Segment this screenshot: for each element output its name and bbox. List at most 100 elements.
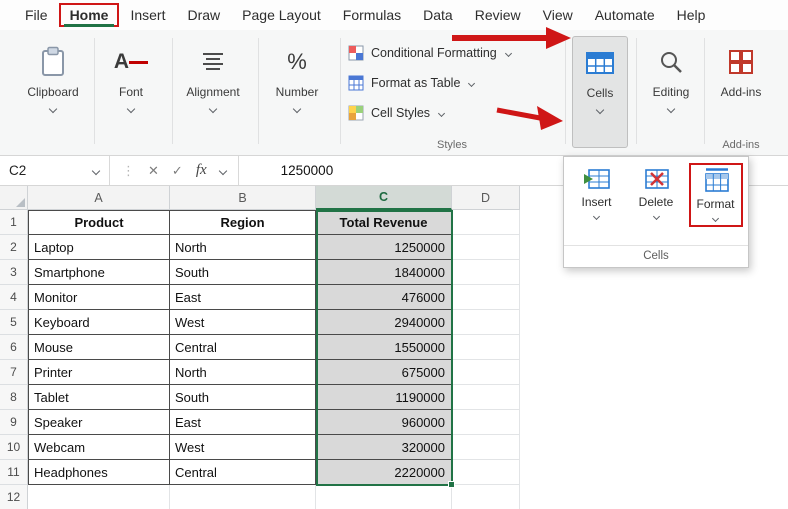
tab-page-layout[interactable]: Page Layout (231, 3, 332, 27)
tab-review[interactable]: Review (464, 3, 532, 27)
tab-home[interactable]: Home (59, 3, 120, 27)
cell-C7[interactable]: 675000 (316, 360, 452, 385)
cell-A7[interactable]: Printer (28, 360, 170, 385)
cell-B6[interactable]: Central (170, 335, 316, 360)
cell-D5[interactable] (452, 310, 520, 335)
cell-C9[interactable]: 960000 (316, 410, 452, 435)
cell-C3[interactable]: 1840000 (316, 260, 452, 285)
group-separator (340, 38, 341, 144)
format-menu-item[interactable]: Format (689, 163, 743, 227)
tab-data[interactable]: Data (412, 3, 464, 27)
cell-B11[interactable]: Central (170, 460, 316, 485)
conditional-formatting-button[interactable]: Conditional Formatting (348, 38, 556, 68)
cell-C4[interactable]: 476000 (316, 285, 452, 310)
cell-styles-button[interactable]: Cell Styles (348, 98, 556, 128)
insert-function-icon[interactable]: fx (196, 162, 207, 179)
cell-A8[interactable]: Tablet (28, 385, 170, 410)
column-header-c[interactable]: C (316, 186, 452, 210)
cell-C5[interactable]: 2940000 (316, 310, 452, 335)
cell-B7[interactable]: North (170, 360, 316, 385)
cell-B12[interactable] (170, 485, 316, 509)
cell-D10[interactable] (452, 435, 520, 460)
chevron-down-icon (652, 213, 659, 220)
cell-A4[interactable]: Monitor (28, 285, 170, 310)
row-header-9[interactable]: 9 (0, 410, 28, 435)
cell-C1[interactable]: Total Revenue (316, 210, 452, 235)
cell-B8[interactable]: South (170, 385, 316, 410)
number-button[interactable]: % Number (266, 36, 328, 148)
name-box[interactable]: C2 (0, 156, 110, 185)
fill-handle[interactable] (448, 481, 455, 488)
row-header-2[interactable]: 2 (0, 235, 28, 260)
cell-A10[interactable]: Webcam (28, 435, 170, 460)
alignment-button[interactable]: Alignment (180, 36, 246, 148)
cell-A6[interactable]: Mouse (28, 335, 170, 360)
cell-D4[interactable] (452, 285, 520, 310)
cell-D12[interactable] (452, 485, 520, 509)
cell-B9[interactable]: East (170, 410, 316, 435)
cell-D2[interactable] (452, 235, 520, 260)
cell-A2[interactable]: Laptop (28, 235, 170, 260)
row-header-7[interactable]: 7 (0, 360, 28, 385)
cell-D7[interactable] (452, 360, 520, 385)
row-header-10[interactable]: 10 (0, 435, 28, 460)
row-header-11[interactable]: 11 (0, 460, 28, 485)
delete-menu-item[interactable]: Delete (629, 163, 683, 227)
tab-file[interactable]: File (14, 3, 59, 27)
tab-automate[interactable]: Automate (584, 3, 666, 27)
font-button[interactable]: A Font (102, 36, 160, 148)
cell-B10[interactable]: West (170, 435, 316, 460)
chevron-down-icon[interactable] (596, 106, 604, 114)
column-header-b[interactable]: B (170, 186, 316, 210)
cell-C12[interactable] (316, 485, 452, 509)
formula-input[interactable]: 1250000 (239, 163, 334, 178)
row-header-6[interactable]: 6 (0, 335, 28, 360)
cell-B3[interactable]: South (170, 260, 316, 285)
cancel-icon[interactable]: ✕ (148, 163, 159, 179)
tab-formulas[interactable]: Formulas (332, 3, 412, 27)
cell-A9[interactable]: Speaker (28, 410, 170, 435)
cell-D1[interactable] (452, 210, 520, 235)
column-header-d[interactable]: D (452, 186, 520, 210)
cell-A11[interactable]: Headphones (28, 460, 170, 485)
clipboard-icon (40, 42, 66, 82)
format-as-table-button[interactable]: Format as Table (348, 68, 556, 98)
row-header-12[interactable]: 12 (0, 485, 28, 509)
cell-A1[interactable]: Product (28, 210, 170, 235)
row-header-5[interactable]: 5 (0, 310, 28, 335)
addins-button[interactable]: Add-ins (710, 36, 772, 148)
cell-D3[interactable] (452, 260, 520, 285)
cell-A3[interactable]: Smartphone (28, 260, 170, 285)
editing-button[interactable]: Editing (642, 36, 700, 148)
tab-insert[interactable]: Insert (119, 3, 176, 27)
cell-A12[interactable] (28, 485, 170, 509)
cells-button[interactable]: Cells (572, 36, 628, 148)
cell-D8[interactable] (452, 385, 520, 410)
row-header-3[interactable]: 3 (0, 260, 28, 285)
column-header-a[interactable]: A (28, 186, 170, 210)
cell-B4[interactable]: East (170, 285, 316, 310)
tab-help[interactable]: Help (666, 3, 717, 27)
enter-icon[interactable]: ✓ (172, 163, 183, 179)
row-header-1[interactable]: 1 (0, 210, 28, 235)
cell-C6[interactable]: 1550000 (316, 335, 452, 360)
cell-D9[interactable] (452, 410, 520, 435)
select-all-corner[interactable] (0, 186, 28, 210)
cell-C11[interactable]: 2220000 (316, 460, 452, 485)
cell-C2[interactable]: 1250000 (316, 235, 452, 260)
cell-A5[interactable]: Keyboard (28, 310, 170, 335)
cell-C10[interactable]: 320000 (316, 435, 452, 460)
insert-menu-item[interactable]: Insert (570, 163, 624, 227)
cell-D6[interactable] (452, 335, 520, 360)
clipboard-button[interactable]: Clipboard (18, 36, 88, 148)
cell-C8[interactable]: 1190000 (316, 385, 452, 410)
cell-D11[interactable] (452, 460, 520, 485)
cell-B5[interactable]: West (170, 310, 316, 335)
row-header-4[interactable]: 4 (0, 285, 28, 310)
cell-B1[interactable]: Region (170, 210, 316, 235)
sheet-row-7: 7PrinterNorth675000 (0, 360, 788, 385)
tab-draw[interactable]: Draw (176, 3, 231, 27)
tab-view[interactable]: View (532, 3, 584, 27)
cell-B2[interactable]: North (170, 235, 316, 260)
row-header-8[interactable]: 8 (0, 385, 28, 410)
